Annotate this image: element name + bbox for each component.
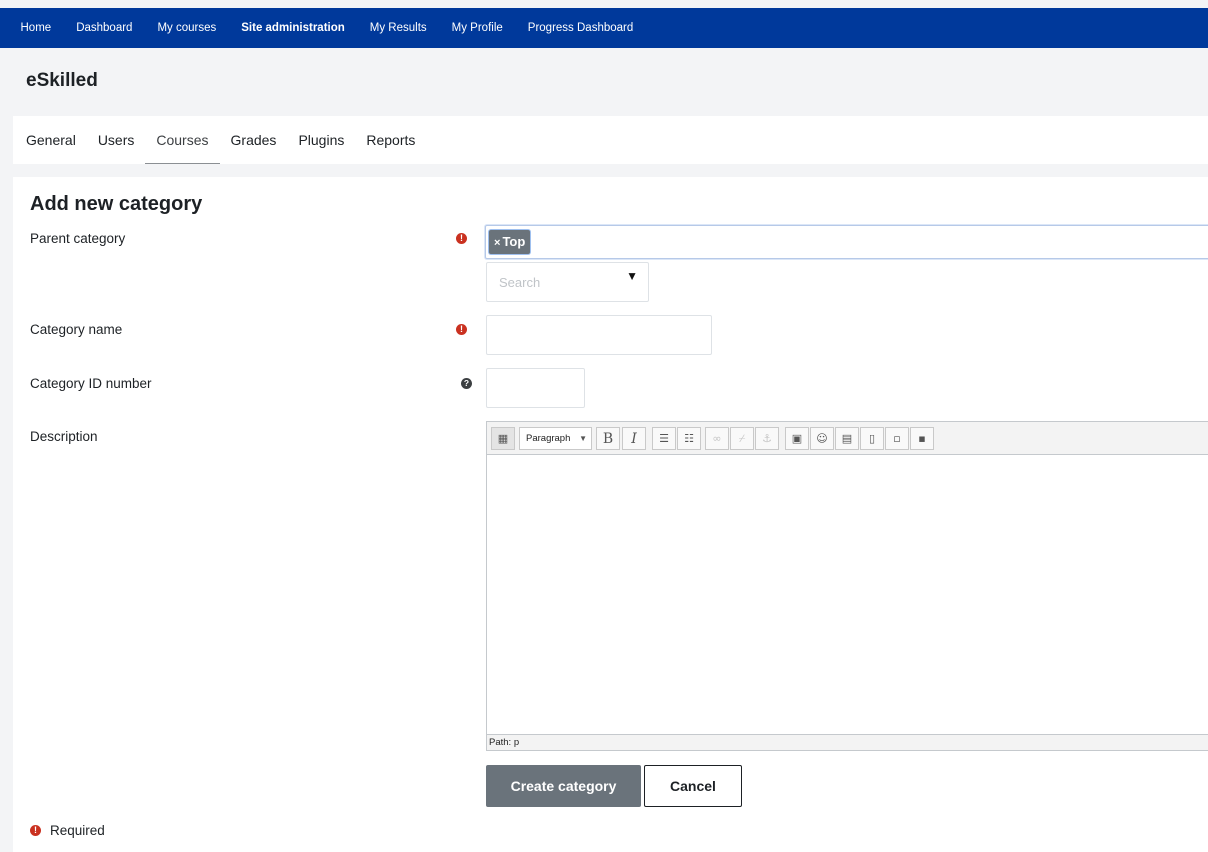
search-placeholder: Search [499, 275, 541, 290]
description-label: Description [30, 429, 98, 444]
paragraph-format-value: Paragraph [526, 433, 571, 444]
editor-path-status: Path: p [487, 734, 1208, 750]
nav-my-results[interactable]: My Results [357, 22, 439, 34]
required-icon: ! [456, 324, 467, 335]
parent-category-selection[interactable]: × Top [485, 225, 1208, 259]
page-title: Add new category [30, 193, 203, 215]
category-name-input[interactable] [486, 315, 712, 355]
toolbar-toggle-icon[interactable]: ▦ [491, 427, 515, 450]
chevron-down-icon: ▼ [579, 434, 587, 443]
nav-my-profile[interactable]: My Profile [439, 22, 515, 34]
tab-plugins[interactable]: Plugins [287, 116, 355, 164]
image-icon[interactable]: ▣ [785, 427, 809, 450]
category-id-input[interactable] [486, 368, 585, 408]
top-navbar: Home Dashboard My courses Site administr… [0, 8, 1208, 48]
chip-label: Top [502, 234, 526, 249]
required-note: ! Required [30, 823, 105, 838]
dropdown-caret-icon[interactable]: ▼ [626, 269, 638, 283]
media-icon[interactable]: ▤ [835, 427, 859, 450]
nav-home[interactable]: Home [8, 22, 64, 34]
tab-courses[interactable]: Courses [145, 116, 220, 164]
nav-my-courses[interactable]: My courses [145, 22, 229, 34]
site-title: eSkilled [26, 70, 98, 91]
category-id-label: Category ID number [30, 376, 152, 391]
category-name-label: Category name [30, 322, 123, 337]
editor-toolbar: ▦ Paragraph ▼ B I ☰ ☷ ∞ ⌿ ⚓ ▣ ☺ ▤ ▯ ▫ ▪ [487, 422, 1208, 455]
numbered-list-icon[interactable]: ☷ [677, 427, 701, 450]
required-icon: ! [30, 825, 41, 836]
nav-site-administration[interactable]: Site administration [229, 22, 358, 34]
create-category-button[interactable]: Create category [486, 765, 641, 807]
required-icon: ! [456, 233, 467, 244]
link-icon[interactable]: ∞ [705, 427, 729, 450]
tab-users[interactable]: Users [87, 116, 146, 164]
tab-grades[interactable]: Grades [220, 116, 288, 164]
paste-text-icon[interactable]: ▫ [885, 427, 909, 450]
description-editor: ▦ Paragraph ▼ B I ☰ ☷ ∞ ⌿ ⚓ ▣ ☺ ▤ ▯ ▫ ▪ P… [486, 421, 1208, 751]
secondary-nav: General Users Courses Grades Plugins Rep… [13, 116, 1208, 164]
cancel-button[interactable]: Cancel [644, 765, 742, 807]
question-circle-icon[interactable]: ? [461, 378, 472, 389]
parent-category-label: Parent category [30, 231, 126, 246]
italic-icon[interactable]: I [622, 427, 646, 450]
emoticon-icon[interactable]: ☺ [810, 427, 834, 450]
chip-remove-icon[interactable]: × [494, 237, 500, 249]
paragraph-format-select[interactable]: Paragraph ▼ [519, 427, 592, 450]
tab-general[interactable]: General [15, 116, 87, 164]
bold-icon[interactable]: B [596, 427, 620, 450]
bullet-list-icon[interactable]: ☰ [652, 427, 676, 450]
unlink-icon[interactable]: ⌿ [730, 427, 754, 450]
selected-category-chip[interactable]: × Top [489, 230, 531, 254]
nav-progress-dashboard[interactable]: Progress Dashboard [515, 22, 645, 34]
parent-category-search[interactable]: Search ▼ [486, 262, 649, 302]
nav-dashboard[interactable]: Dashboard [64, 22, 145, 34]
paste-icon[interactable]: ▯ [860, 427, 884, 450]
paste-word-icon[interactable]: ▪ [910, 427, 934, 450]
tab-reports[interactable]: Reports [355, 116, 426, 164]
required-note-label: Required [50, 823, 105, 838]
anchor-icon[interactable]: ⚓ [755, 427, 779, 450]
